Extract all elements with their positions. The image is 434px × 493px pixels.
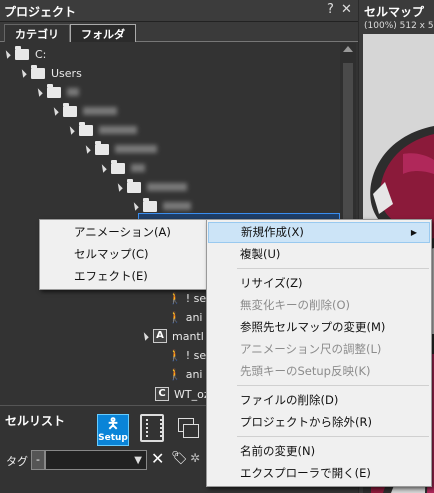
cellmap-file-icon: C [155, 387, 169, 401]
tree-label: WT_oz [174, 387, 210, 401]
tree-row[interactable]: C: [2, 44, 47, 64]
tree-row[interactable]: 🚶 ani [168, 307, 202, 327]
tag-select[interactable]: ▼ [45, 450, 147, 470]
tree-row[interactable]: Users [18, 63, 82, 83]
expand-triangle-icon[interactable] [98, 163, 107, 173]
expand-triangle-icon[interactable] [82, 144, 91, 154]
folder-icon [95, 140, 109, 155]
tree-row[interactable]: 🚶 ! se [168, 288, 206, 308]
cellmap-title: セルマップ [364, 5, 425, 19]
expand-triangle-icon[interactable] [130, 201, 139, 211]
redacted-label [99, 126, 137, 134]
chevron-down-icon: ▼ [134, 455, 142, 466]
cell-pages-icon[interactable] [178, 418, 200, 440]
folder-icon [63, 102, 77, 117]
tree-row[interactable] [130, 196, 191, 216]
menu-item-open-explorer[interactable]: エクスプローラで開く(E) [208, 463, 430, 484]
expand-triangle-icon[interactable] [114, 182, 123, 192]
redacted-label [83, 107, 117, 115]
folder-icon [15, 45, 29, 60]
tree-label: ! se [185, 348, 207, 362]
celllist-title: セルリスト [5, 414, 66, 428]
tree-row[interactable]: A mantl [140, 326, 204, 346]
folder-icon [111, 159, 125, 174]
submenu-item-effect[interactable]: エフェクト(E) [41, 266, 205, 287]
project-panel-header: プロジェクト ? ✕ [0, 0, 358, 22]
menu-separator [237, 436, 429, 437]
menu-item-new[interactable]: 新規作成(X) ▶ [208, 222, 430, 243]
animation-file-icon: A [153, 329, 167, 343]
tree-row[interactable]: C WT_oz [155, 384, 210, 404]
redacted-label [67, 88, 79, 96]
setup-button-label: Setup [98, 433, 128, 443]
redacted-label [131, 164, 145, 172]
animation-icon: 🚶 [168, 367, 182, 381]
menu-item-delete-file[interactable]: ファイルの削除(D) [208, 390, 430, 411]
menu-item-apply-setup: 先頭キーのSetup反映(K) [240, 364, 371, 378]
tab-folder[interactable]: フォルダ [70, 24, 136, 42]
tree-row[interactable] [66, 120, 137, 140]
tag-label: タグ [6, 455, 28, 468]
expand-triangle-icon[interactable] [66, 125, 75, 135]
menu-item-exclude[interactable]: プロジェクトから除外(R) [208, 412, 430, 433]
filmstrip-icon[interactable] [140, 414, 164, 442]
tree-row[interactable] [82, 139, 157, 159]
animation-icon: 🚶 [168, 348, 182, 362]
folder-icon [79, 121, 93, 136]
menu-separator [237, 385, 429, 386]
folder-icon [127, 178, 141, 193]
submenu-arrow-icon: ▶ [410, 228, 417, 237]
expand-triangle-icon[interactable] [50, 106, 59, 116]
new-submenu: アニメーション(A) セルマップ(C) エフェクト(E) [39, 219, 207, 290]
tree-label: C: [35, 47, 47, 61]
tree-row[interactable] [98, 158, 145, 178]
folder-icon [47, 83, 61, 98]
redacted-label [147, 183, 187, 191]
menu-item-adjust-length: アニメーション尺の調整(L) [240, 342, 382, 356]
tree-label: Users [51, 66, 82, 80]
animation-icon: 🚶 [168, 291, 182, 305]
menu-item-label: 新規作成(X) [241, 225, 304, 239]
context-menu: 新規作成(X) ▶ 複製(U) リサイズ(Z) 無変化キーの削除(O) 参照先セ… [206, 219, 432, 487]
redacted-label [115, 145, 157, 153]
tree-label: ! se [185, 291, 207, 305]
close-icon[interactable]: ✕ [341, 2, 352, 17]
figure-icon: 🯅 [106, 416, 120, 432]
help-icon[interactable]: ? [327, 2, 334, 17]
menu-item-duplicate[interactable]: 複製(U) [208, 244, 430, 265]
clear-tag-icon[interactable]: ✕ [151, 449, 164, 468]
tag-icon[interactable]: 🏷 [171, 451, 188, 466]
scroll-up-icon[interactable] [343, 46, 353, 52]
project-tabs: カテゴリ フォルダ [0, 22, 358, 42]
tree-row[interactable]: 🚶 ! se [168, 345, 206, 365]
tree-label: ani [185, 310, 203, 324]
expand-triangle-icon[interactable] [34, 87, 43, 97]
menu-separator [237, 268, 429, 269]
sparkle-icon[interactable]: ✲ [190, 451, 200, 465]
animation-icon: 🚶 [168, 310, 182, 324]
menu-item-resize[interactable]: リサイズ(Z) [208, 273, 430, 294]
tree-row[interactable] [34, 82, 79, 102]
tag-minus-button[interactable]: - [31, 450, 45, 470]
tree-row[interactable] [50, 101, 117, 121]
tab-category[interactable]: カテゴリ [4, 24, 70, 42]
menu-item-delete-unchanged-keys: 無変化キーの削除(O) [240, 298, 351, 312]
submenu-item-animation[interactable]: アニメーション(A) [41, 222, 205, 243]
submenu-item-cellmap[interactable]: セルマップ(C) [41, 244, 205, 265]
tree-row[interactable] [114, 177, 187, 197]
cellmap-subtitle: (100%) 512 x 512 [364, 21, 434, 31]
setup-button[interactable]: 🯅 Setup [97, 414, 129, 446]
tree-label: mantl [172, 329, 204, 343]
expand-triangle-icon[interactable] [140, 331, 149, 341]
menu-item-rename[interactable]: 名前の変更(N) [208, 441, 430, 462]
project-panel-title: プロジェクト [4, 5, 77, 19]
tree-row[interactable]: 🚶 ani [168, 364, 202, 384]
menu-item-change-cellmap[interactable]: 参照先セルマップの変更(M) [208, 317, 430, 338]
expand-triangle-icon[interactable] [2, 49, 11, 59]
redacted-label [163, 202, 191, 210]
folder-icon [31, 64, 45, 79]
folder-icon [143, 197, 157, 212]
tree-label: ani [185, 367, 203, 381]
expand-triangle-icon[interactable] [18, 68, 27, 78]
